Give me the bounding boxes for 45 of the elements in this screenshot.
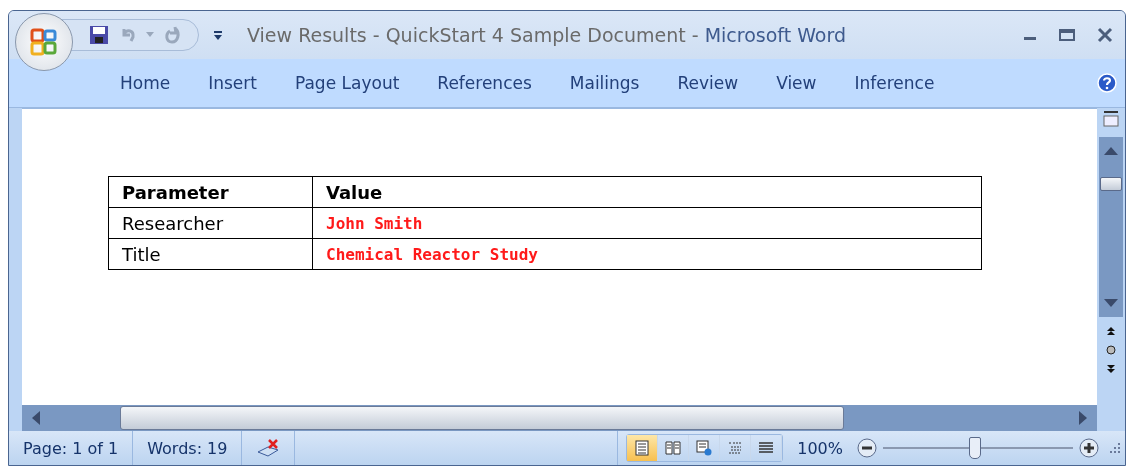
table-header-cell: Parameter — [108, 176, 313, 208]
table-cell: Title — [108, 238, 313, 270]
table-cell: Chemical Reactor Study — [312, 238, 982, 270]
outline-view-icon — [727, 440, 744, 456]
ribbon-tab[interactable]: Review — [664, 67, 752, 99]
table-cell: Researcher — [108, 207, 313, 239]
scroll-down-icon[interactable] — [1104, 299, 1118, 307]
draft-view-icon — [758, 440, 775, 456]
scroll-thumb[interactable] — [1100, 177, 1122, 191]
proofing-book-icon[interactable] — [256, 438, 281, 458]
word-count[interactable]: Words: 19 — [133, 431, 243, 465]
zoom-level[interactable]: 100% — [797, 438, 843, 458]
print-view-button[interactable] — [627, 435, 659, 461]
close-icon[interactable] — [1097, 27, 1113, 43]
table-header-cell: Value — [312, 176, 982, 208]
next-page-icon[interactable] — [1106, 364, 1116, 374]
maximize-icon[interactable] — [1059, 28, 1075, 42]
customize-toolbar-icon[interactable] — [213, 29, 223, 41]
scroll-right-icon[interactable] — [1079, 411, 1087, 425]
ribbon-tab[interactable]: Home — [107, 67, 184, 99]
previous-page-icon[interactable] — [1106, 326, 1116, 336]
zoom-in-icon[interactable] — [1079, 438, 1099, 458]
page-count[interactable]: Page: 1 of 1 — [9, 431, 134, 465]
save-icon[interactable] — [88, 24, 110, 46]
web-view-icon — [696, 440, 713, 456]
ribbon-tab[interactable]: Insert — [195, 67, 270, 99]
scroll-left-icon[interactable] — [32, 411, 40, 425]
resize-grip-icon — [1107, 441, 1121, 455]
zoom-slider-thumb[interactable] — [969, 437, 982, 459]
window-title: View Results - QuickStart 4 Sample Document - Microsoft Word — [247, 24, 847, 46]
print-view-icon — [634, 440, 651, 456]
table-cell: John Smith — [312, 207, 982, 239]
zoom-out-icon[interactable] — [857, 438, 877, 458]
scroll-up-icon[interactable] — [1104, 147, 1118, 155]
browse-object-icon[interactable] — [1106, 345, 1116, 355]
help-icon[interactable] — [1097, 73, 1117, 93]
ribbon-tab[interactable]: Page Layout — [281, 67, 413, 99]
ruler-toggle-icon[interactable] — [1102, 110, 1120, 128]
scroll-thumb[interactable] — [120, 406, 844, 430]
ribbon-tab[interactable]: Inference — [841, 67, 948, 99]
ribbon-tab[interactable]: View — [763, 67, 830, 99]
ribbon-tab[interactable]: Mailings — [556, 67, 653, 99]
reading-view-icon — [665, 440, 682, 456]
ribbon-tab[interactable]: References — [424, 67, 545, 99]
office-logo-icon — [29, 27, 59, 57]
